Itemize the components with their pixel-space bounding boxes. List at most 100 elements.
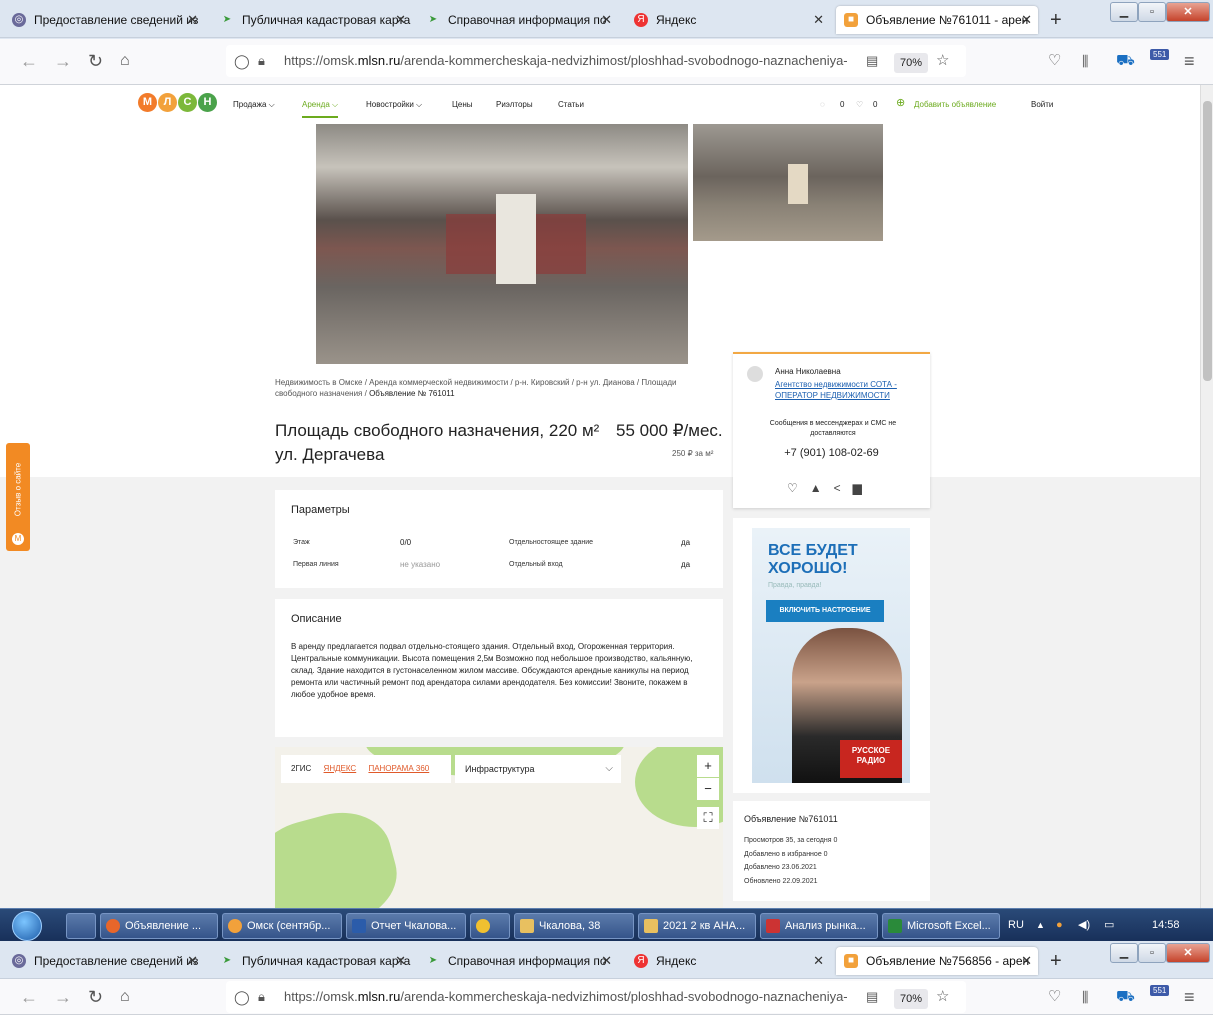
forward-icon[interactable]: → (54, 985, 72, 1009)
reload-icon[interactable]: ↻ (88, 49, 103, 73)
bookmark-star-icon[interactable]: ☆ (934, 981, 966, 1013)
menu-sale[interactable]: Продажа ⌵ (233, 100, 275, 110)
close-icon[interactable]: ✕ (1021, 947, 1032, 975)
tab-cadastral-map[interactable]: ➤ Публичная кадастровая карта ✕ (212, 6, 412, 34)
close-icon[interactable]: ✕ (813, 6, 824, 34)
feedback-tab[interactable]: Отзыв о сайте М (6, 443, 30, 551)
home-icon[interactable]: ⌂ (120, 985, 130, 1009)
reader-view-icon[interactable]: ▤ (866, 45, 896, 77)
menu-icon[interactable]: ≡ (1184, 49, 1195, 73)
back-icon[interactable]: ← (20, 985, 38, 1009)
volume-icon[interactable]: ◀) (1078, 909, 1090, 942)
reload-icon[interactable]: ↻ (88, 985, 103, 1009)
menu-realtors[interactable]: Риэлторы (496, 100, 533, 109)
infrastructure-select[interactable]: Инфраструктура ⌵ (455, 755, 621, 783)
heart-icon[interactable]: ♡ (856, 100, 863, 109)
page-scrollbar[interactable] (1200, 85, 1213, 908)
agent-phone[interactable]: +7 (901) 108-02-69 (733, 447, 930, 459)
taskbar-item-excel[interactable]: Microsoft Excel... (882, 913, 1000, 939)
print-icon[interactable]: ▆ (853, 481, 862, 495)
tab-reference-info[interactable]: ➤ Справочная информация по ✕ (418, 6, 618, 34)
forward-icon[interactable]: → (54, 49, 72, 73)
tab-reference-info[interactable]: ➤ Справочная информация по ✕ (418, 947, 618, 975)
close-icon[interactable]: ✕ (187, 6, 198, 34)
cart-icon[interactable]: ⛟ (1116, 49, 1135, 73)
close-icon[interactable]: ✕ (395, 6, 406, 34)
minimize-button[interactable]: ▁ (1110, 2, 1138, 22)
new-tab-button[interactable]: + (1050, 6, 1062, 34)
extension-badge[interactable]: 551 (1150, 985, 1170, 996)
menu-icon[interactable]: ≡ (1184, 985, 1195, 1009)
cart-icon[interactable]: ⛟ (1116, 985, 1135, 1009)
close-icon[interactable]: ✕ (601, 947, 612, 975)
agency-link[interactable]: Агентство недвижимости СОТА - ОПЕРАТОР Н… (775, 379, 920, 401)
menu-articles[interactable]: Статьи (558, 100, 584, 109)
menu-new-buildings[interactable]: Новостройки ⌵ (366, 100, 422, 110)
login-link[interactable]: Войти (1031, 100, 1053, 109)
maximize-button[interactable]: ▫ (1138, 2, 1166, 22)
main-photo[interactable] (316, 124, 688, 364)
taskbar-item-omsk[interactable]: Омск (сентябр... (222, 913, 342, 939)
taskbar-item-pdf[interactable]: Анализ рынка... (760, 913, 878, 939)
back-icon[interactable]: ← (20, 49, 38, 73)
library-icon[interactable]: ⫼ (1082, 985, 1088, 1009)
close-icon[interactable]: ✕ (187, 947, 198, 975)
tab-yandex[interactable]: Я Яндекс ✕ (626, 6, 830, 34)
clock[interactable]: 14:58 (1152, 909, 1180, 942)
zoom-level[interactable]: 70% (894, 53, 929, 73)
tab-rosreestr[interactable]: ◎ Предоставление сведений из ✕ (4, 6, 204, 34)
extension-badge[interactable]: 551 (1150, 49, 1170, 60)
bookmark-star-icon[interactable]: ☆ (934, 45, 966, 77)
tray-app-icon[interactable]: ● (1056, 909, 1063, 942)
start-button[interactable] (12, 911, 42, 941)
fullscreen-icon[interactable]: ⛶ (697, 807, 719, 829)
menu-rent[interactable]: Аренда ⌵ (302, 100, 339, 118)
taskbar-item-chrome[interactable] (470, 913, 510, 939)
tab-listing[interactable]: ■ Объявление №756856 - арен ✕ (836, 947, 1038, 975)
media-player-icon[interactable] (66, 913, 96, 939)
tab-2gis[interactable]: 2ГИС (291, 764, 311, 773)
pocket-icon[interactable]: ♡ (1048, 49, 1061, 73)
close-icon[interactable]: ✕ (1021, 6, 1032, 34)
tab-rosreestr[interactable]: ◎ Предоставление сведений из ✕ (4, 947, 204, 975)
taskbar-item-word[interactable]: Отчет Чкалова... (346, 913, 466, 939)
home-icon[interactable]: ⌂ (120, 49, 130, 73)
tab-listing[interactable]: ■ Объявление №761011 - арен ✕ (836, 6, 1038, 34)
share-icon[interactable]: < (834, 481, 841, 495)
zoom-out-button[interactable]: − (697, 778, 719, 800)
taskbar-item-firefox[interactable]: Объявление ... (100, 913, 218, 939)
tab-cadastral-map[interactable]: ➤ Публичная кадастровая карта ✕ (212, 947, 412, 975)
compare-icon[interactable]: ◌ (820, 100, 825, 109)
tray-arrow-icon[interactable]: ▲ (1036, 909, 1045, 942)
url-bar[interactable]: ◯ 🔒︎ https://omsk.mlsn.ru/arenda-kommerc… (226, 45, 966, 77)
map[interactable]: 2ГИС ЯНДЕКС ПАНОРАМА 360 Инфраструктура … (275, 747, 723, 908)
close-icon[interactable]: ✕ (813, 947, 824, 975)
zoom-level[interactable]: 70% (894, 989, 929, 1009)
minimize-button[interactable]: ▁ (1110, 943, 1138, 963)
library-icon[interactable]: ⫼ (1082, 49, 1088, 73)
zoom-in-button[interactable]: + (697, 755, 719, 777)
tab-panorama[interactable]: ПАНОРАМА 360 (368, 764, 429, 773)
menu-prices[interactable]: Цены (452, 100, 473, 109)
tab-yandex-map[interactable]: ЯНДЕКС (324, 764, 357, 773)
new-tab-button[interactable]: + (1050, 947, 1062, 975)
ad-button[interactable]: ВКЛЮЧИТЬ НАСТРОЕНИЕ (766, 600, 884, 622)
add-ad-link[interactable]: Добавить объявление (914, 100, 996, 109)
window-close-button[interactable]: ✕ (1166, 2, 1210, 22)
tab-yandex[interactable]: Я Яндекс ✕ (626, 947, 830, 975)
window-close-button[interactable]: ✕ (1166, 943, 1210, 963)
close-icon[interactable]: ✕ (601, 6, 612, 34)
url-bar[interactable]: ◯ 🔒︎ https://omsk.mlsn.ru/arenda-kommerc… (226, 981, 966, 1013)
pocket-icon[interactable]: ♡ (1048, 985, 1061, 1009)
network-icon[interactable]: ▭ (1104, 909, 1114, 942)
language-indicator[interactable]: RU (1008, 909, 1024, 942)
maximize-button[interactable]: ▫ (1138, 943, 1166, 963)
close-icon[interactable]: ✕ (395, 947, 406, 975)
plus-circle-icon[interactable]: ⊕ (896, 96, 905, 109)
taskbar-item-folder2[interactable]: 2021 2 кв АНА... (638, 913, 756, 939)
thumbnail-photo[interactable] (693, 124, 883, 241)
taskbar-item-folder[interactable]: Чкалова, 38 (514, 913, 634, 939)
breadcrumb[interactable]: Недвижимость в Омске / Аренда коммерческ… (275, 377, 715, 399)
ad-banner[interactable]: ВСЕ БУДЕТ ХОРОШО! Правда, правда! ВКЛЮЧИ… (733, 518, 930, 793)
heart-icon[interactable]: ♡ (787, 481, 798, 495)
